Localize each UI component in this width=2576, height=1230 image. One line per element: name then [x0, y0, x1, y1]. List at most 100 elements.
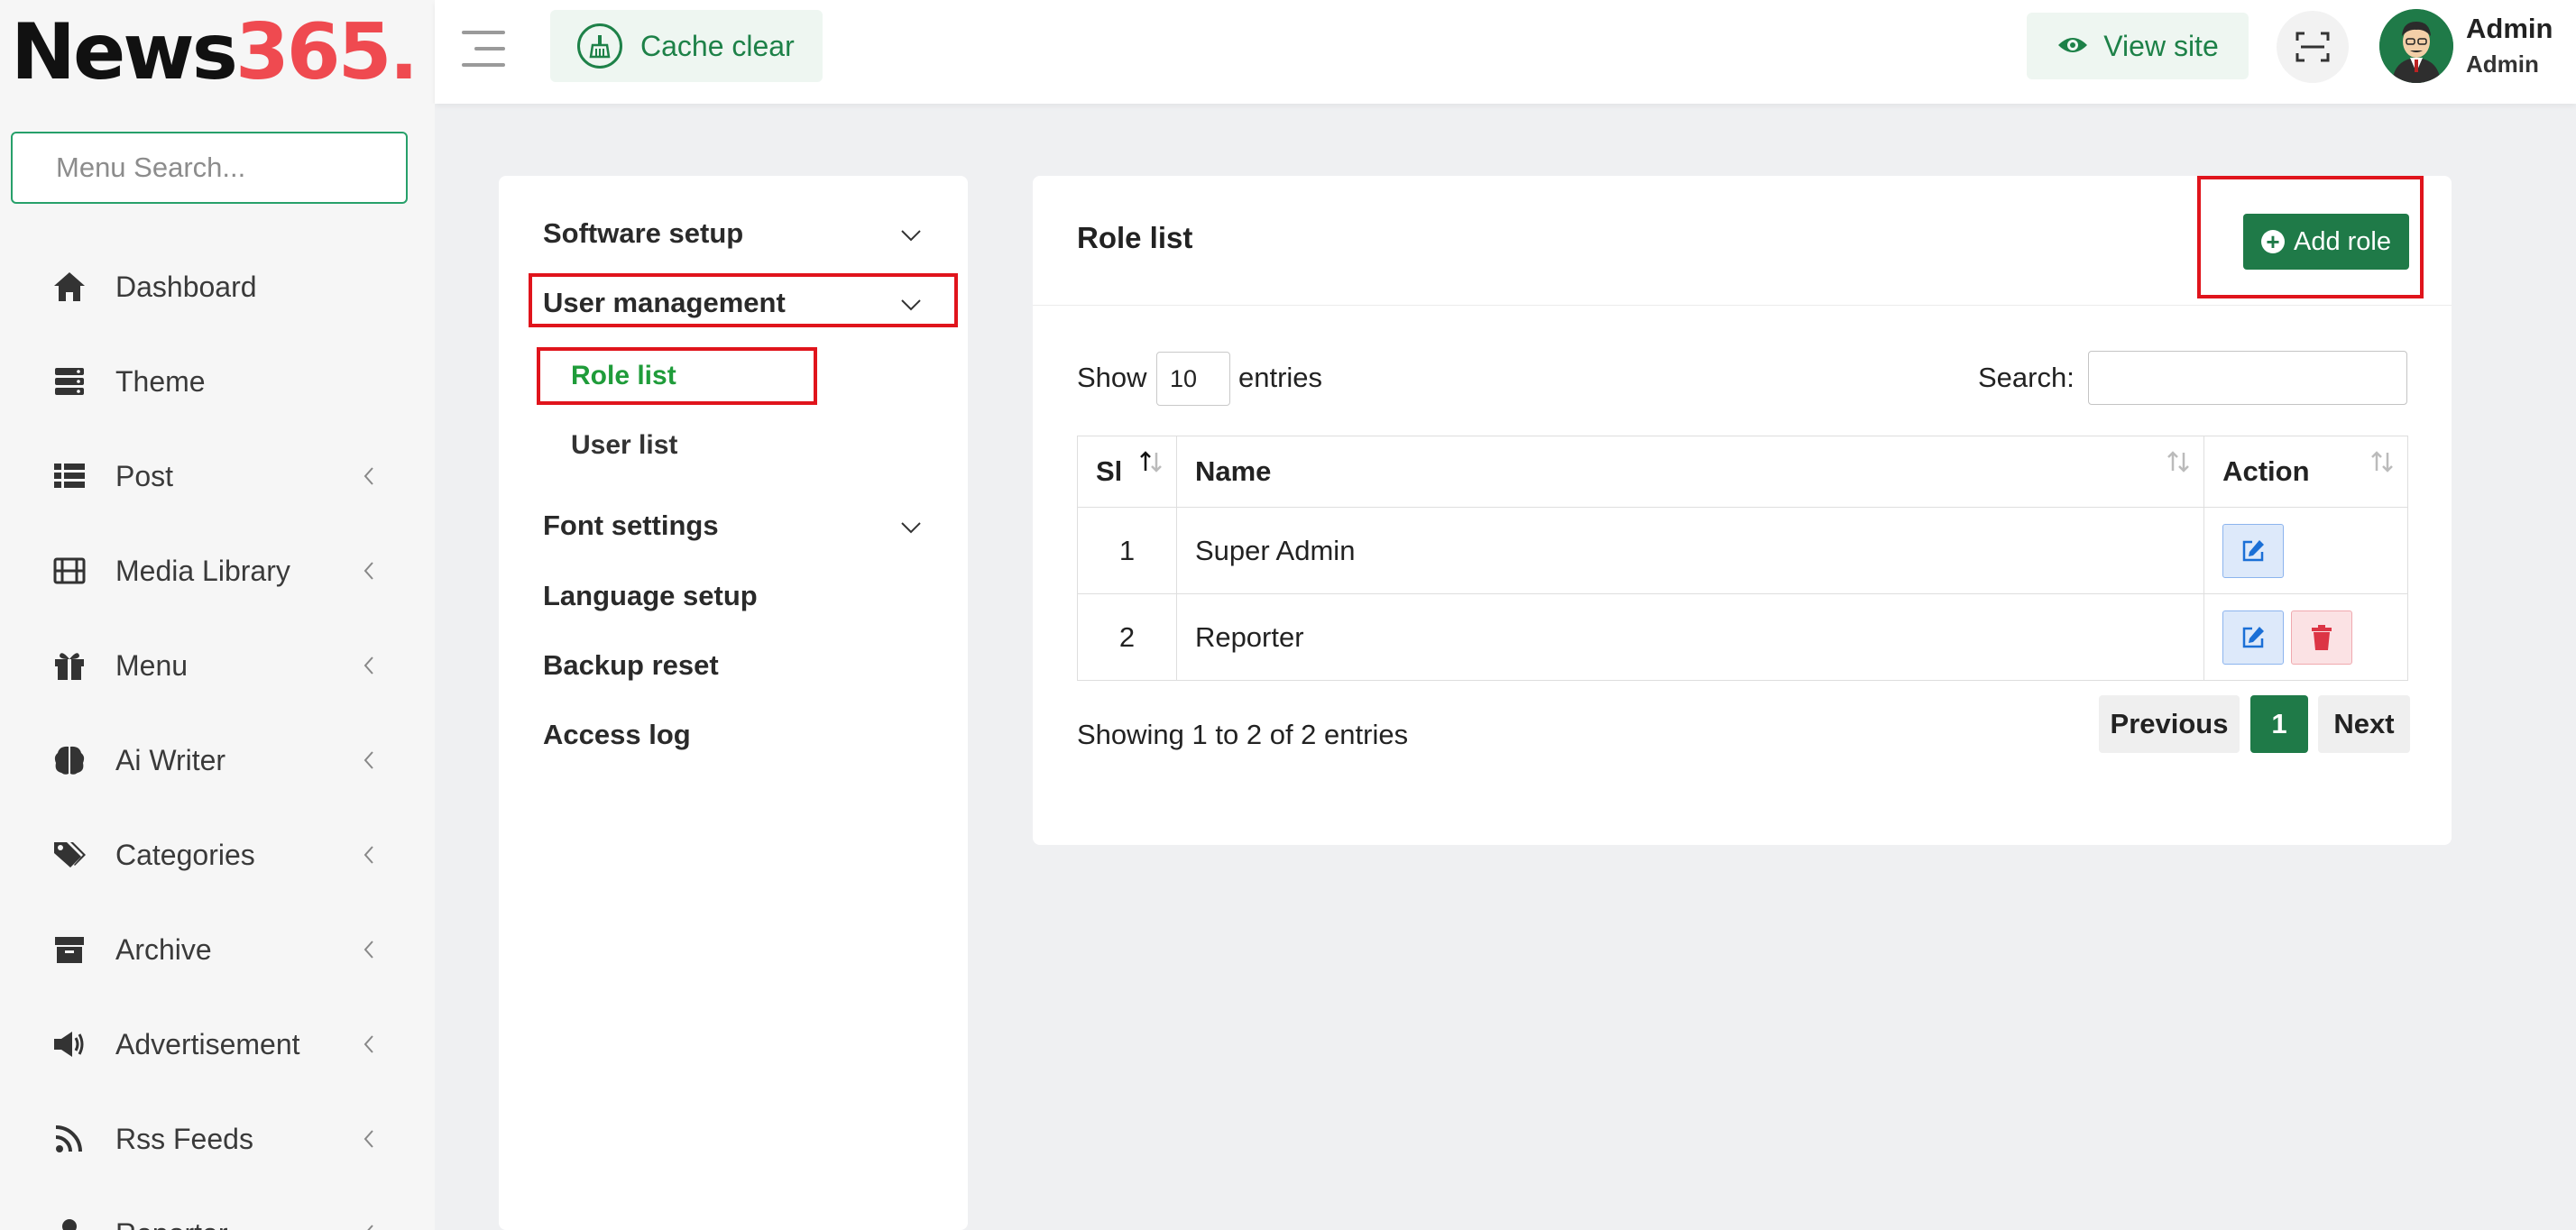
sidebar-item-label: Reporter — [115, 1217, 228, 1230]
plus-circle-icon: + — [2260, 230, 2285, 253]
column-header-action[interactable]: Action — [2203, 436, 2408, 508]
settings-access-log[interactable]: Access log — [543, 719, 691, 751]
home-icon — [52, 271, 87, 303]
table-header-row: Sl Name Action — [1077, 436, 2408, 508]
sidebar-item-rss-feeds[interactable]: Rss Feeds — [0, 1103, 435, 1175]
sidebar-item-ai-writer[interactable]: Ai Writer — [0, 724, 435, 796]
sort-icon — [2369, 449, 2395, 482]
user-role: Admin — [2466, 50, 2539, 78]
page-size-select[interactable]: 10 — [1156, 352, 1230, 406]
cell-sl: 1 — [1077, 507, 1177, 594]
sidebar-item-categories[interactable]: Categories — [0, 819, 435, 891]
sidebar-item-label: Advertisement — [115, 1027, 300, 1060]
sidebar-item-post[interactable]: Post — [0, 440, 435, 512]
table-row: 2 Reporter — [1077, 593, 2408, 681]
sidebar-item-label: Rss Feeds — [115, 1122, 253, 1155]
archive-icon — [52, 933, 87, 966]
add-role-button[interactable]: + Add role — [2243, 214, 2409, 270]
sidebar-item-label: Categories — [115, 838, 255, 871]
pagination-next[interactable]: Next — [2318, 695, 2410, 753]
cell-name: Reporter — [1175, 593, 2205, 681]
chevron-down-icon[interactable] — [900, 228, 922, 243]
pagination-page-1[interactable]: 1 — [2250, 695, 2308, 753]
sidebar-item-label: Archive — [115, 932, 212, 966]
settings-font-settings[interactable]: Font settings — [543, 509, 719, 542]
entries-label: entries — [1238, 362, 1323, 393]
sidebar-item-theme[interactable]: Theme — [0, 345, 435, 418]
menu-search-input[interactable] — [11, 132, 408, 204]
logo-text-part1: News — [11, 6, 238, 97]
delete-button[interactable] — [2291, 610, 2353, 665]
pagination-previous[interactable]: Previous — [2099, 695, 2240, 753]
chevron-left-icon — [361, 749, 377, 771]
column-header-name[interactable]: Name — [1175, 436, 2205, 508]
sidebar: Dashboard Theme Post Media Library Menu … — [0, 104, 435, 1230]
settings-panel: Software setup User management Role list… — [499, 176, 968, 1230]
divider — [1033, 305, 2452, 306]
broom-icon — [577, 23, 622, 69]
tags-icon — [52, 839, 87, 871]
sidebar-item-label: Theme — [115, 364, 206, 398]
list-icon — [52, 460, 87, 492]
sidebar-item-reporter[interactable]: Reporter — [0, 1198, 435, 1230]
logo-area: News365. — [0, 0, 435, 104]
sidebar-item-menu[interactable]: Menu — [0, 629, 435, 702]
table-search-input[interactable] — [2088, 351, 2407, 405]
column-label: Action — [2222, 455, 2310, 487]
sidebar-item-label: Menu — [115, 648, 189, 682]
edit-button[interactable] — [2222, 523, 2285, 578]
edit-icon — [2242, 539, 2265, 561]
settings-language-setup[interactable]: Language setup — [543, 580, 758, 612]
cell-sl: 2 — [1077, 593, 1177, 681]
cache-clear-label: Cache clear — [640, 29, 795, 62]
search-label: Search: — [1978, 362, 2075, 393]
table-row: 1 Super Admin — [1077, 507, 2408, 594]
eye-icon — [2056, 30, 2089, 63]
chevron-left-icon — [361, 939, 377, 960]
avatar[interactable] — [2379, 9, 2453, 83]
sidebar-item-archive[interactable]: Archive — [0, 913, 435, 986]
brain-icon — [52, 744, 87, 776]
show-label: Show — [1077, 362, 1147, 393]
cell-name: Super Admin — [1175, 507, 2205, 594]
chevron-left-icon — [361, 844, 377, 866]
edit-button[interactable] — [2222, 610, 2285, 665]
column-label: Sl — [1096, 455, 1123, 487]
page-title: Role list — [1077, 221, 1193, 254]
column-header-sl[interactable]: Sl — [1077, 436, 1177, 508]
cell-actions — [2203, 507, 2408, 594]
settings-software-setup[interactable]: Software setup — [543, 217, 743, 250]
sort-asc-icon — [1138, 449, 1164, 482]
view-site-button[interactable]: View site — [2027, 13, 2249, 79]
role-table: Sl Name Action 1 Super Admin 2 Reporter — [1077, 436, 2408, 681]
chevron-left-icon — [361, 560, 377, 582]
chevron-down-icon[interactable] — [900, 298, 922, 312]
gift-icon — [52, 649, 87, 682]
settings-role-list[interactable]: Role list — [571, 361, 676, 391]
menu-toggle-icon[interactable] — [462, 31, 505, 67]
trash-icon — [2312, 624, 2332, 650]
chevron-left-icon — [361, 1033, 377, 1055]
edit-icon — [2242, 626, 2265, 647]
role-list-card: Role list + Add role Show 10 entries Sea… — [1033, 176, 2452, 845]
user-icon — [52, 1217, 87, 1230]
sidebar-item-label: Post — [115, 459, 174, 492]
sidebar-item-dashboard[interactable]: Dashboard — [0, 251, 435, 323]
settings-backup-reset[interactable]: Backup reset — [543, 649, 719, 682]
chevron-left-icon — [361, 655, 377, 676]
top-bar: Cache clear View site Admin Admin — [435, 0, 2576, 104]
user-name: Admin — [2466, 13, 2553, 44]
site-logo[interactable]: News365. — [11, 14, 419, 91]
cell-actions — [2203, 593, 2408, 681]
sidebar-item-label: Dashboard — [115, 270, 257, 303]
rss-icon — [52, 1123, 87, 1155]
chevron-down-icon[interactable] — [900, 520, 922, 535]
settings-user-list[interactable]: User list — [571, 430, 677, 461]
sort-icon — [2166, 449, 2191, 482]
fullscreen-icon[interactable] — [2277, 11, 2349, 83]
cache-clear-button[interactable]: Cache clear — [550, 10, 823, 82]
sidebar-item-media-library[interactable]: Media Library — [0, 535, 435, 607]
settings-user-management[interactable]: User management — [543, 287, 786, 319]
sidebar-item-advertisement[interactable]: Advertisement — [0, 1008, 435, 1080]
view-site-label: View site — [2103, 29, 2219, 62]
